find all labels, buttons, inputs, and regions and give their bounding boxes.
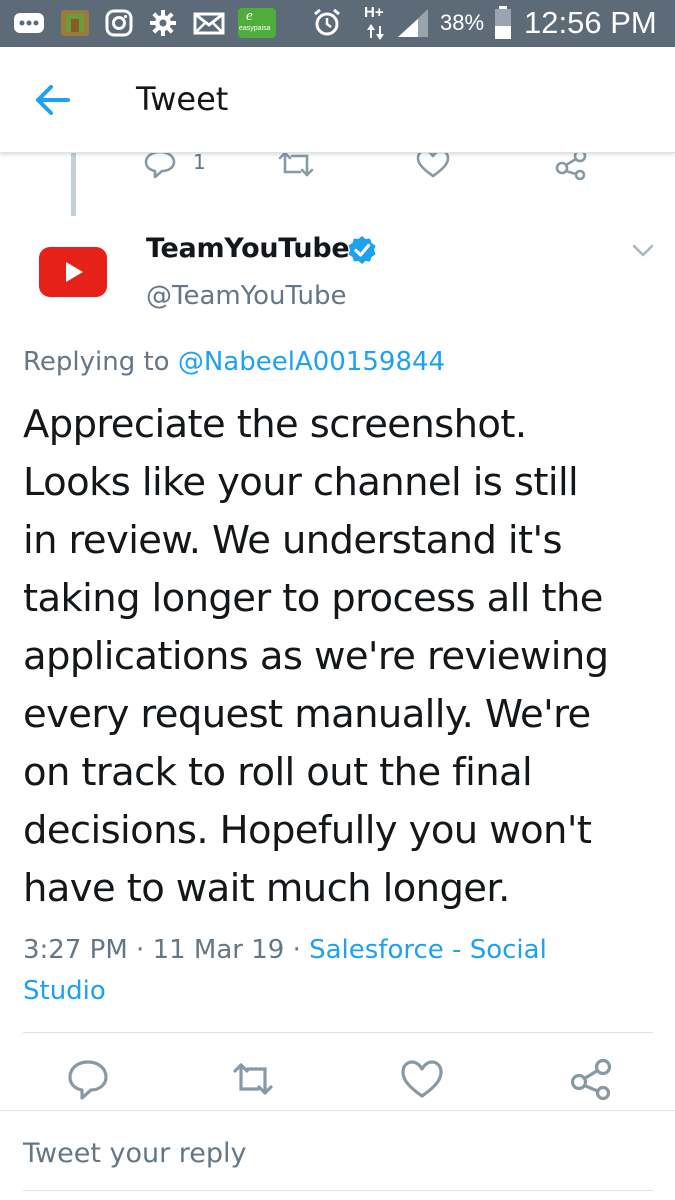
user-handle[interactable]: @TeamYouTube: [146, 281, 346, 311]
tweet-time: 3:27 PM: [23, 935, 128, 965]
tweet-source-link-cont[interactable]: Studio: [23, 971, 653, 1012]
tweet-text-line: Appreciate the screenshot.: [23, 402, 527, 447]
tweet-text-line: every request manually. We're: [23, 692, 591, 737]
app-icon: [61, 10, 89, 36]
back-arrow-icon[interactable]: [30, 77, 76, 123]
reply-input[interactable]: Tweet your reply: [23, 1138, 247, 1169]
tweet-source-link[interactable]: Salesforce - Social: [309, 935, 547, 965]
replying-prefix: Replying to: [23, 347, 170, 377]
divider: [23, 1032, 653, 1033]
tweet-text-line: in review. We understand it's: [23, 518, 563, 563]
network-type: H+: [364, 4, 384, 21]
tweet-text-line: applications as we're reviewing: [23, 634, 609, 679]
share-icon[interactable]: [568, 1056, 614, 1102]
easypaisa-icon: easypaisa e: [238, 8, 276, 38]
tweet-text-line: decisions. Hopefully you won't: [23, 808, 592, 853]
easypaisa-label: easypaisa: [239, 25, 271, 32]
replying-mention-link[interactable]: @NabeelA00159844: [178, 347, 445, 377]
verified-badge-icon: [348, 236, 376, 264]
meta-separator: ·: [284, 935, 310, 965]
divider: [23, 1190, 653, 1191]
replying-to: Replying to @NabeelA00159844: [23, 347, 445, 377]
battery-percent: 38%: [440, 10, 485, 35]
tweet-date: 11 Mar 19: [152, 935, 285, 965]
messages-icon: [14, 13, 44, 33]
reply-icon[interactable]: [65, 1056, 111, 1102]
tweet-text-line: on track to roll out the final: [23, 750, 533, 795]
tweet-text-line: Looks like your channel is still: [23, 460, 579, 505]
prev-like-icon[interactable]: [416, 150, 450, 178]
instagram-icon: [105, 9, 133, 37]
battery-icon: [495, 6, 511, 39]
retweet-icon[interactable]: [230, 1056, 276, 1102]
youtube-avatar[interactable]: [38, 246, 108, 298]
tweet-meta: 3:27 PM · 11 Mar 19 · Salesforce - Socia…: [23, 930, 653, 1012]
clock: 12:56 PM: [524, 5, 657, 40]
page-title: Tweet: [136, 80, 229, 118]
app-header: Tweet: [0, 47, 675, 153]
alarm-icon: [314, 9, 340, 36]
data-arrows-icon: [367, 24, 384, 40]
thread-connector: [71, 153, 76, 216]
status-bar: easypaisa e H+ 38% 12:56 PM: [0, 0, 675, 47]
meta-separator: ·: [127, 935, 153, 965]
mail-icon: [193, 12, 225, 35]
chevron-down-icon[interactable]: [628, 236, 658, 264]
like-icon[interactable]: [399, 1056, 445, 1102]
tweet-text: Appreciate the screenshot. Looks like yo…: [23, 396, 663, 918]
signal-icon: [398, 9, 428, 37]
tweet-text-line: have to wait much longer.: [23, 866, 510, 911]
tweet-text-line: taking longer to process all the: [23, 576, 603, 621]
divider: [0, 1110, 675, 1111]
prev-reply-count: 1: [193, 150, 206, 174]
prev-retweet-icon[interactable]: [276, 150, 316, 178]
display-name[interactable]: TeamYouTube: [146, 233, 350, 264]
settings-icon: [150, 10, 176, 36]
